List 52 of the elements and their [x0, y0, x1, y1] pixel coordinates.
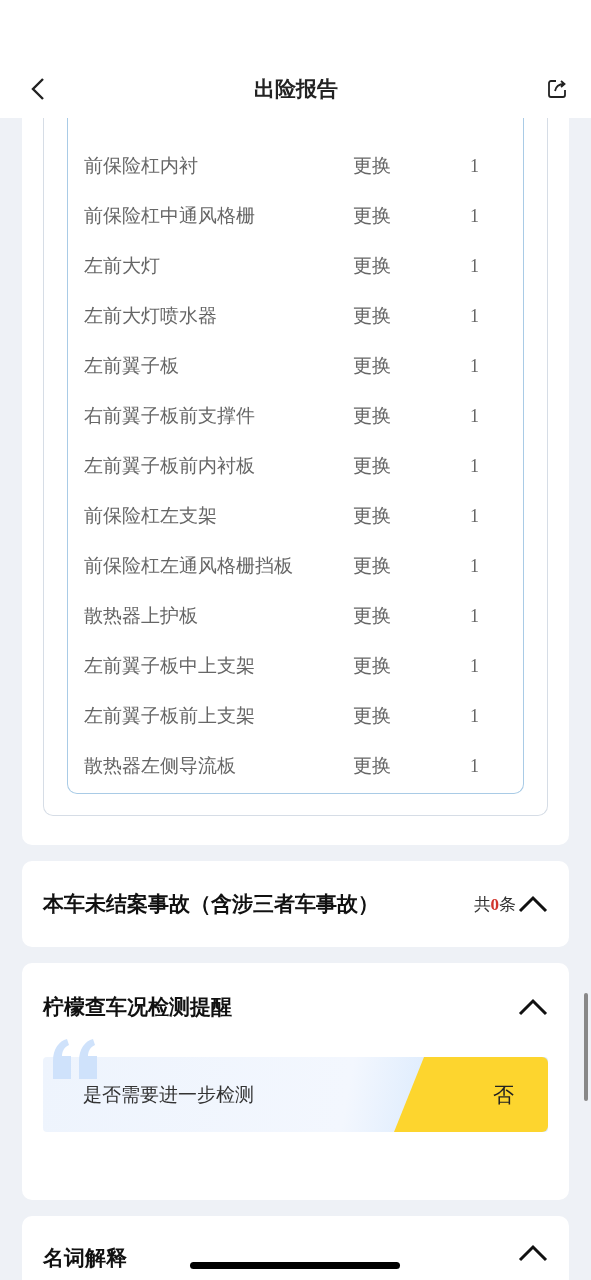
repair-action: 更换: [353, 203, 392, 228]
share-icon[interactable]: [547, 79, 567, 99]
part-quantity: 1: [470, 455, 479, 477]
part-name: 左前大灯: [84, 253, 161, 278]
part-name: 左前翼子板前内衬板: [84, 453, 256, 478]
part-name: 前保险杠内衬: [84, 153, 199, 178]
part-name: 散热器上护板: [84, 603, 199, 628]
part-name: 左前大灯喷水器: [84, 303, 218, 328]
part-quantity: 1: [470, 755, 479, 777]
repair-action: 更换: [353, 753, 392, 778]
part-quantity: 1: [470, 505, 479, 527]
part-quantity: 1: [470, 405, 479, 427]
page-title: 出险报告: [254, 76, 338, 103]
section-title: 柠檬查车况检测提醒: [43, 994, 232, 1021]
repair-action: 更换: [353, 503, 392, 528]
section-title: 本车未结案事故（含涉三者车事故）: [43, 891, 379, 918]
chevron-up-icon[interactable]: [518, 1244, 548, 1262]
repair-action: 更换: [353, 453, 392, 478]
quote-icon: [51, 1039, 99, 1079]
repair-action: 更换: [353, 603, 392, 628]
part-quantity: 1: [470, 555, 479, 577]
part-quantity: 1: [470, 205, 479, 227]
chevron-up-icon[interactable]: [518, 998, 548, 1016]
accident-count: 共0条: [473, 892, 516, 916]
part-name: 右前翼子板前支撑件: [84, 403, 256, 428]
part-name: 前保险杠左通风格栅挡板: [84, 553, 294, 578]
part-quantity: 1: [470, 305, 479, 327]
part-quantity: 1: [470, 605, 479, 627]
part-quantity: 1: [470, 255, 479, 277]
inspection-question: 是否需要进一步检测: [83, 1081, 255, 1107]
repair-action: 更换: [353, 253, 392, 278]
inspection-answer: 否: [394, 1057, 548, 1132]
back-icon[interactable]: [31, 77, 45, 101]
part-name: 散热器左侧导流板: [84, 753, 237, 778]
part-name: 左前翼子板前上支架: [84, 703, 256, 728]
part-name: 左前翼子板: [84, 353, 180, 378]
repair-action: 更换: [353, 703, 392, 728]
part-name: 左前翼子板中上支架: [84, 653, 256, 678]
repair-action: 更换: [353, 403, 392, 428]
part-quantity: 1: [470, 705, 479, 727]
repair-action: 更换: [353, 553, 392, 578]
part-quantity: 1: [470, 155, 479, 177]
chevron-up-icon[interactable]: [518, 895, 548, 913]
repair-action: 更换: [353, 653, 392, 678]
part-quantity: 1: [470, 355, 479, 377]
repair-action: 更换: [353, 353, 392, 378]
repair-action: 更换: [353, 153, 392, 178]
part-name: 前保险杠中通风格栅: [84, 203, 256, 228]
section-title: 名词解释: [43, 1245, 127, 1272]
repair-action: 更换: [353, 303, 392, 328]
part-name: 前保险杠左支架: [84, 503, 218, 528]
part-quantity: 1: [470, 655, 479, 677]
